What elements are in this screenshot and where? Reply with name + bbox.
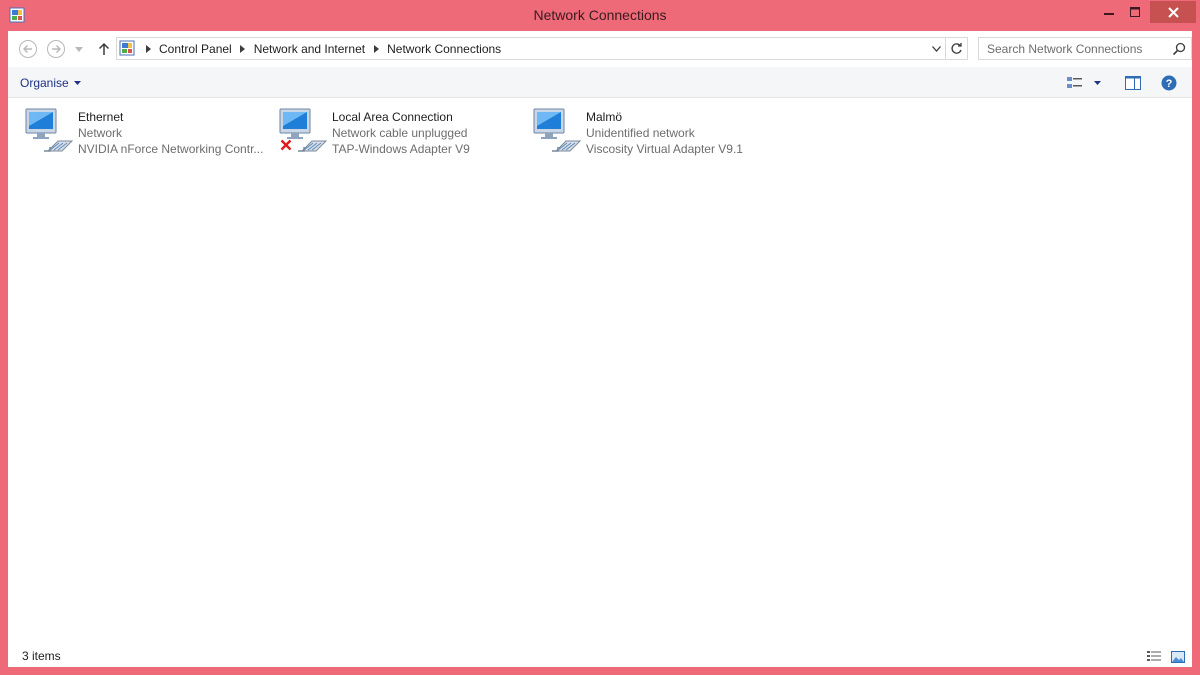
- connection-adapter: NVIDIA nForce Networking Contr...: [78, 142, 264, 156]
- connection-details: Ethernet Network NVIDIA nForce Networkin…: [78, 109, 274, 157]
- address-bar[interactable]: Control Panel Network and Internet Netwo…: [116, 37, 968, 60]
- minimize-button[interactable]: [1096, 1, 1122, 23]
- network-adapter-icon: [532, 107, 584, 157]
- breadcrumb: Control Panel Network and Internet Netwo…: [141, 38, 505, 59]
- details-view-icon[interactable]: [1146, 649, 1162, 665]
- maximize-icon: [1130, 7, 1140, 17]
- breadcrumb-chevron-icon[interactable]: [236, 38, 250, 59]
- close-icon: [1167, 6, 1179, 18]
- up-button[interactable]: [94, 39, 114, 59]
- connection-adapter: Viscosity Virtual Adapter V9.1: [586, 142, 743, 156]
- connection-name: Malmö: [586, 110, 623, 124]
- window-title: Network Connections: [533, 7, 667, 23]
- maximize-button[interactable]: [1122, 1, 1148, 23]
- connection-name: Ethernet: [78, 110, 124, 124]
- connection-name: Local Area Connection: [332, 110, 453, 124]
- chevron-down-icon: [75, 46, 83, 52]
- network-adapter-icon: [278, 107, 330, 157]
- help-icon: ?: [1161, 75, 1177, 91]
- navigation-bar: Control Panel Network and Internet Netwo…: [8, 31, 1192, 67]
- item-count: 3 items: [22, 649, 61, 663]
- address-history-button[interactable]: [927, 38, 945, 59]
- caret-down-icon: [73, 81, 81, 85]
- connection-status: Unidentified network: [586, 126, 695, 140]
- preview-pane-icon: [1125, 76, 1141, 90]
- status-bar: 3 items: [8, 647, 1192, 667]
- connection-status: Network cable unplugged: [332, 126, 468, 140]
- connection-item[interactable]: Local Area Connection Network cable unpl…: [278, 107, 528, 157]
- search-icon[interactable]: [1171, 41, 1187, 57]
- disconnected-x-icon: [280, 139, 292, 151]
- svg-text:?: ?: [1166, 78, 1173, 90]
- breadcrumb-network-and-internet[interactable]: Network and Internet: [250, 42, 369, 56]
- connections-list: Ethernet Network NVIDIA nForce Networkin…: [8, 99, 1192, 647]
- minimize-icon: [1104, 13, 1114, 15]
- breadcrumb-network-connections[interactable]: Network Connections: [383, 42, 505, 56]
- forward-arrow-icon: [47, 40, 65, 58]
- change-view-button[interactable]: [1066, 73, 1106, 93]
- search-box[interactable]: [978, 37, 1192, 60]
- search-input[interactable]: [979, 38, 1167, 59]
- caret-down-icon[interactable]: [1094, 81, 1101, 85]
- breadcrumb-chevron-icon[interactable]: [369, 38, 383, 59]
- help-button[interactable]: ?: [1160, 74, 1178, 92]
- close-button[interactable]: [1150, 1, 1196, 23]
- refresh-icon: [951, 43, 962, 54]
- forward-button[interactable]: [46, 39, 66, 59]
- connection-item[interactable]: Ethernet Network NVIDIA nForce Networkin…: [24, 107, 274, 157]
- network-adapter-icon: [24, 107, 76, 157]
- view-options-icon: [1067, 77, 1082, 88]
- client-area: Control Panel Network and Internet Netwo…: [8, 31, 1192, 667]
- connection-status: Network: [78, 126, 123, 140]
- connection-details: Malmö Unidentified network Viscosity Vir…: [586, 109, 782, 157]
- chevron-down-icon: [931, 45, 941, 52]
- command-bar: Organise ?: [8, 67, 1192, 98]
- control-panel-icon: [119, 40, 136, 57]
- organise-label: Organise: [20, 76, 69, 90]
- connection-adapter: TAP-Windows Adapter V9: [332, 142, 470, 156]
- organise-menu-button[interactable]: Organise: [20, 74, 81, 92]
- connection-details: Local Area Connection Network cable unpl…: [332, 109, 528, 157]
- preview-pane-button[interactable]: [1124, 74, 1142, 92]
- breadcrumb-control-panel[interactable]: Control Panel: [155, 42, 236, 56]
- back-arrow-icon: [19, 40, 37, 58]
- connection-item[interactable]: Malmö Unidentified network Viscosity Vir…: [532, 107, 782, 157]
- refresh-button[interactable]: [945, 38, 967, 59]
- back-button[interactable]: [18, 39, 38, 59]
- breadcrumb-chevron-icon[interactable]: [141, 38, 155, 59]
- explorer-window: Network Connections Control Panel Networ…: [0, 0, 1200, 675]
- recent-locations-button[interactable]: [72, 39, 86, 59]
- up-arrow-icon: [98, 42, 110, 55]
- large-icons-view-icon[interactable]: [1170, 649, 1186, 665]
- title-bar[interactable]: Network Connections: [0, 0, 1200, 31]
